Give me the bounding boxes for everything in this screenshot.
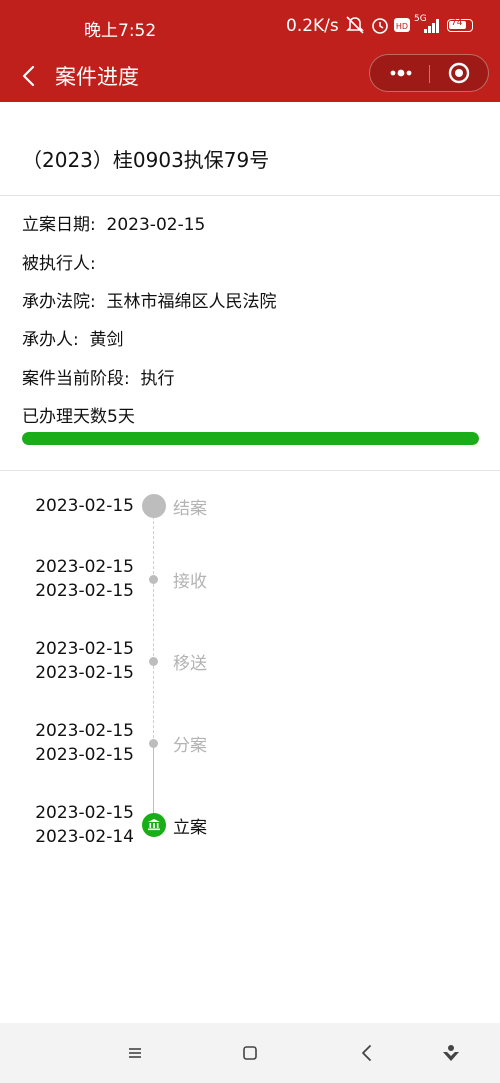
timeline-date: 2023-02-14 [35,827,134,847]
filing-date-value: 2023-02-15 [106,215,206,235]
timeline-date: 2023-02-15 [35,803,134,823]
system-nav-bar [0,1023,500,1083]
battery-icon: 74 [447,18,473,32]
timeline-dates: 2023-02-15 2023-02-15 [0,719,134,767]
filing-date-row: 立案日期: 2023-02-15 [22,210,205,235]
respondent-row: 被执行人: [22,249,96,274]
mini-program-capsule [369,54,489,92]
timeline-dates: 2023-02-15 2023-02-14 [0,801,134,849]
more-dots-icon[interactable] [384,63,418,83]
timeline-dates: 2023-02-15 2023-02-15 [0,637,134,685]
timeline-date: 2023-02-15 [35,663,134,683]
filing-date-label: 立案日期: [22,215,96,235]
status-bar: 晚上7:52 0.2K/s HD 5G 74 [0,0,500,52]
timeline-date: 2023-02-15 [35,496,134,516]
divider [0,195,500,196]
timeline-dates: 2023-02-15 [0,494,134,518]
stage-value: 执行 [140,369,175,389]
stage-label: 案件当前阶段: [22,369,130,389]
timeline-node-end [142,494,166,518]
page-title: 案件进度 [55,65,139,89]
court-row: 承办法院: 玉林市福绵区人民法院 [22,287,277,312]
timeline-date: 2023-02-15 [35,557,134,577]
case-number: （2023）桂0903执保79号 [22,148,270,172]
court-building-icon [142,813,166,837]
home-square-icon[interactable] [238,1041,262,1065]
hd-badge-icon: HD [394,18,410,32]
timeline-node [149,656,158,666]
mute-bell-icon [346,16,364,34]
svg-text:HD: HD [396,22,408,31]
handler-row: 承办人: 黄剑 [22,325,124,350]
stage-row: 案件当前阶段: 执行 [22,364,175,389]
target-close-icon[interactable] [448,62,470,84]
timeline-step-label: 分案 [173,736,207,756]
days-handled: 已办理天数5天 [22,407,135,427]
capsule-divider [429,65,430,83]
handler-label: 承办人: [22,330,79,350]
battery-level: 74 [451,18,463,28]
timeline-date: 2023-02-15 [35,581,134,601]
assistant-icon[interactable] [439,1041,463,1065]
handler-value: 黄剑 [89,330,124,350]
status-time: 晚上7:52 [84,21,157,41]
signal-bars-icon [424,19,439,33]
timeline-date: 2023-02-15 [35,745,134,765]
timeline-node [149,738,158,748]
network-speed: 0.2K/s [286,16,339,36]
timeline-connector [153,579,154,661]
alarm-clock-icon [372,18,388,34]
timeline-connector [153,661,154,743]
chevron-left-icon[interactable] [18,64,42,88]
progress-fill [22,432,479,445]
back-arrow-icon[interactable] [355,1041,379,1065]
timeline-date: 2023-02-15 [35,721,134,741]
timeline-date: 2023-02-15 [35,639,134,659]
court-label: 承办法院: [22,292,96,312]
timeline-dates: 2023-02-15 2023-02-15 [0,555,134,603]
divider [0,470,500,471]
court-value: 玉林市福绵区人民法院 [106,292,277,312]
progress-bar [22,432,479,445]
menu-icon[interactable] [123,1041,147,1065]
timeline-step-label: 移送 [173,654,207,674]
navigation-bar: 案件进度 [0,52,500,102]
timeline-step-label: 结案 [173,499,207,519]
respondent-label: 被执行人: [22,254,96,274]
timeline-node [149,574,158,584]
timeline-step-label: 接收 [173,572,207,592]
timeline-step-label: 立案 [173,818,207,838]
